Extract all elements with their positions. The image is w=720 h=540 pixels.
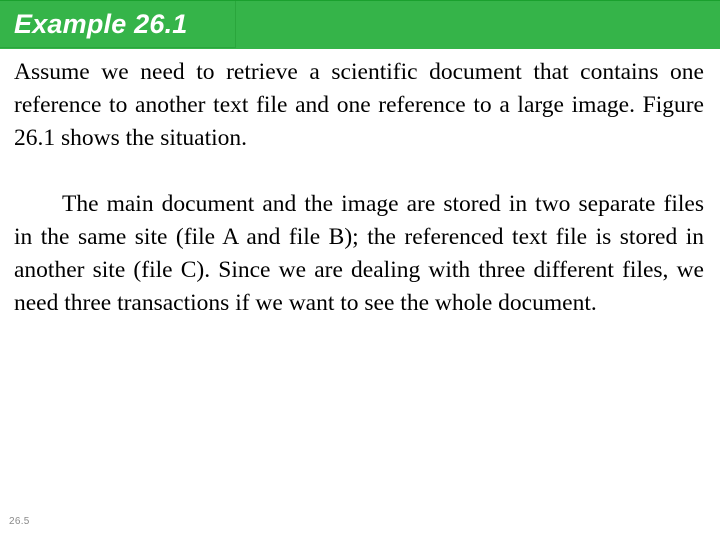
slide-body: Assume we need to retrieve a scientific … <box>14 56 704 320</box>
title-band: Example 26.1 <box>0 0 720 49</box>
page-number: 26.5 <box>9 516 30 527</box>
body-paragraph-2: The main document and the image are stor… <box>14 191 704 316</box>
body-paragraph-1: Assume we need to retrieve a scientific … <box>14 59 704 151</box>
slide-title: Example 26.1 <box>14 9 188 39</box>
slide: Example 26.1 Assume we need to retrieve … <box>0 0 720 540</box>
